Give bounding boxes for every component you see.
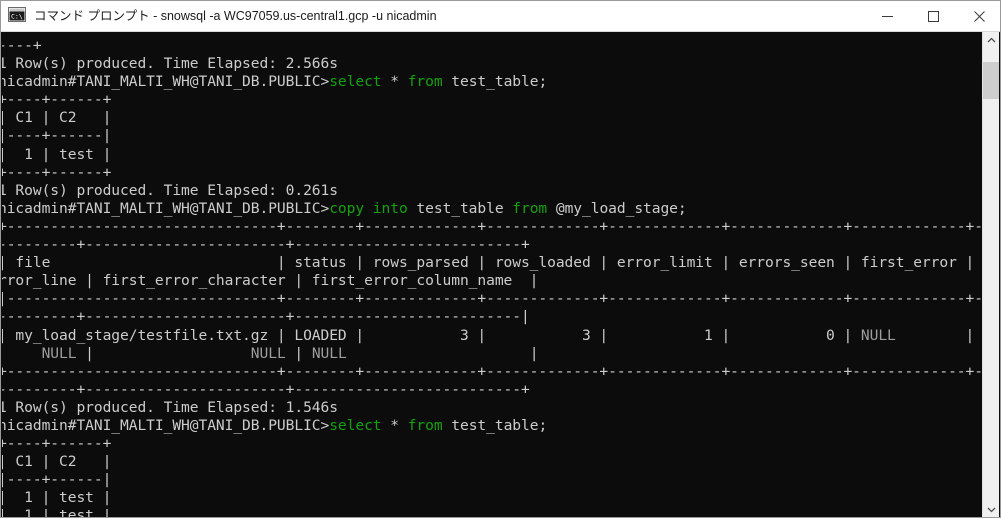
terminal-line: | C1 | C2 | — [2, 109, 984, 127]
terminal-text: | file | status | rows_parsed | rows_loa… — [2, 254, 984, 272]
sql-keyword: from — [407, 416, 443, 434]
terminal-text: | C1 | C2 | — [2, 453, 112, 471]
terminal-text: NULL — [311, 344, 347, 362]
terminal-text: | C1 | C2 | — [2, 109, 112, 127]
terminal-text: 1 Row(s) produced. Time Elapsed: 0.261s — [2, 181, 338, 199]
terminal-line: NULL | NULL | NULL | — [2, 345, 984, 363]
terminal-line: ----+ — [2, 37, 984, 55]
terminal-text: |----+------| — [2, 127, 112, 145]
terminal-line: ---------+-----------------------+------… — [2, 236, 984, 254]
scroll-up-arrow-icon[interactable] — [983, 32, 999, 49]
terminal-line: +-------------------------------+-------… — [2, 363, 984, 381]
terminal-text: |-------------------------------+-------… — [2, 290, 984, 308]
terminal-text: +-------------------------------+-------… — [2, 362, 984, 380]
terminal-line: |-------------------------------+-------… — [2, 290, 984, 308]
terminal-text: +----+------+ — [2, 435, 112, 453]
terminal-text: | — [285, 344, 312, 362]
close-button[interactable] — [956, 1, 1000, 31]
terminal-line: | 1 | test | — [2, 146, 984, 164]
command-prompt-icon[interactable]: C:\ — [8, 7, 26, 25]
terminal-text: | 1 | test | — [2, 145, 112, 163]
terminal-text: +-------------------------------+-------… — [2, 217, 984, 235]
terminal-text: +----+------+ — [2, 91, 112, 109]
terminal-text: +----+------+ — [2, 163, 112, 181]
terminal-line: 1 Row(s) produced. Time Elapsed: 0.261s — [2, 182, 984, 200]
sql-keyword: select — [329, 416, 382, 434]
terminal-line: rror_line | first_error_character | firs… — [2, 272, 984, 290]
terminal-text: test_table; — [442, 416, 548, 434]
terminal-line: nicadmin#TANI_MALTI_WH@TANI_DB.PUBLIC>co… — [2, 200, 984, 218]
terminal-line: +----+------+ — [2, 91, 984, 109]
terminal-text: nicadmin#TANI_MALTI_WH@TANI_DB.PUBLIC> — [2, 416, 330, 434]
terminal-line: |----+------| — [2, 127, 984, 145]
terminal-text: test_table — [407, 199, 513, 217]
terminal-line: | 1 | test | — [2, 507, 984, 518]
terminal-line: ---------+-----------------------+------… — [2, 381, 984, 399]
terminal-text: ---------+-----------------------+------… — [2, 236, 530, 254]
terminal-line: | C1 | C2 | — [2, 453, 984, 471]
terminal-text: NULL — [41, 344, 77, 362]
terminal-text: | 1 | test | — [2, 507, 112, 518]
terminal-line: nicadmin#TANI_MALTI_WH@TANI_DB.PUBLIC>se… — [2, 417, 984, 435]
vertical-scrollbar[interactable] — [982, 32, 999, 517]
command-prompt-window: C:\ コマンド プロンプト - snowsql -a WC97059.us-c… — [0, 0, 1001, 518]
terminal-text: | — [76, 344, 251, 362]
terminal-line: nicadmin#TANI_MALTI_WH@TANI_DB.PUBLIC>se… — [2, 73, 984, 91]
window-title: コマンド プロンプト - snowsql -a WC97059.us-centr… — [34, 8, 437, 23]
terminal-text: ---------+-----------------------+------… — [2, 380, 530, 398]
terminal-text: ----+ — [2, 37, 42, 54]
terminal-text: ---------+-----------------------+------… — [2, 308, 530, 326]
terminal-line: ---------+-----------------------+------… — [2, 308, 984, 326]
sql-keyword: select — [329, 73, 382, 91]
scrollbar-track[interactable] — [983, 49, 999, 501]
sql-keyword: from — [407, 73, 443, 91]
sql-keyword: from — [512, 199, 548, 217]
terminal-line: | my_load_stage/testfile.txt.gz | LOADED… — [2, 327, 984, 345]
terminal-text: | — [895, 326, 975, 344]
terminal-text: | my_load_stage/testfile.txt.gz | LOADED… — [2, 326, 861, 344]
terminal-text: | — [346, 344, 539, 362]
titlebar[interactable]: C:\ コマンド プロンプト - snowsql -a WC97059.us-c… — [1, 1, 1000, 32]
terminal-text: * — [381, 73, 408, 91]
terminal-line: | 1 | test | — [2, 489, 984, 507]
svg-text:C:\: C:\ — [11, 12, 23, 20]
terminal-text: * — [381, 416, 408, 434]
terminal-text: test_table; — [442, 73, 548, 91]
terminal-line: | file | status | rows_parsed | rows_loa… — [2, 254, 984, 272]
terminal-line: +-------------------------------+-------… — [2, 218, 984, 236]
terminal-text: 1 Row(s) produced. Time Elapsed: 1.546s — [2, 398, 338, 416]
terminal-output-area[interactable]: ----+ 1 Row(s) produced. Time Elapsed: 2.… — [2, 32, 984, 518]
terminal-lines: ----+ 1 Row(s) produced. Time Elapsed: 2.… — [2, 37, 984, 518]
terminal-text: rror_line | first_error_character | firs… — [2, 272, 539, 290]
terminal-text: @my_load_stage; — [547, 199, 687, 217]
terminal-text: NULL — [860, 326, 896, 344]
terminal-line: 1 Row(s) produced. Time Elapsed: 2.566s — [2, 55, 984, 73]
terminal-line: +----+------+ — [2, 164, 984, 182]
scrollbar-thumb[interactable] — [983, 62, 999, 99]
terminal-line: +----+------+ — [2, 435, 984, 453]
sql-keyword: copy into — [329, 199, 408, 217]
terminal-text: NULL — [250, 344, 286, 362]
terminal-text: |----+------| — [2, 471, 112, 489]
minimize-button[interactable] — [864, 1, 910, 31]
maximize-button[interactable] — [910, 1, 956, 31]
terminal-line: 1 Row(s) produced. Time Elapsed: 1.546s — [2, 399, 984, 417]
terminal-text: nicadmin#TANI_MALTI_WH@TANI_DB.PUBLIC> — [2, 199, 330, 217]
terminal-text: nicadmin#TANI_MALTI_WH@TANI_DB.PUBLIC> — [2, 73, 330, 91]
terminal-text: 1 Row(s) produced. Time Elapsed: 2.566s — [2, 55, 338, 73]
terminal-line: |----+------| — [2, 471, 984, 489]
scroll-down-arrow-icon[interactable] — [983, 501, 999, 517]
terminal-text: | 1 | test | — [2, 489, 112, 507]
